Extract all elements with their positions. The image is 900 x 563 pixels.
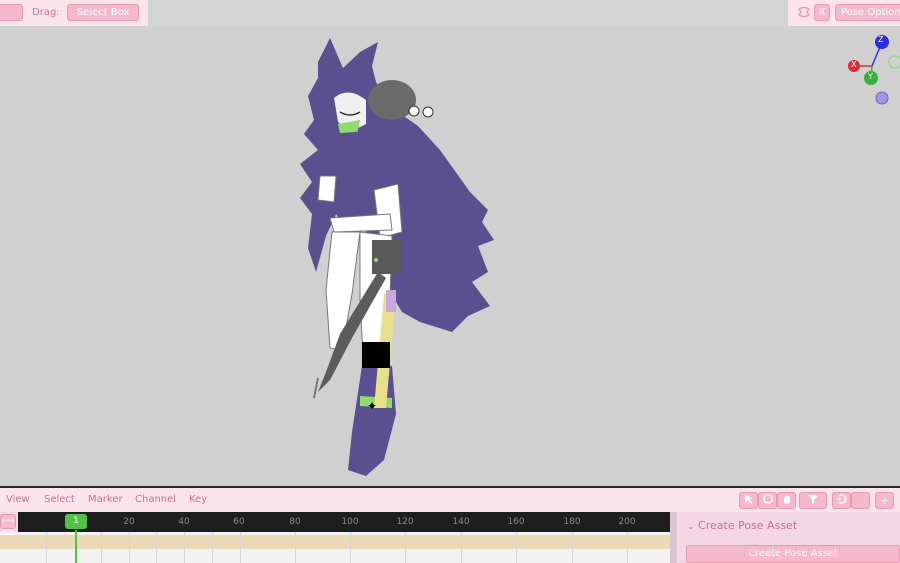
3d-viewport[interactable]: ✦ Z X Y bbox=[0, 26, 900, 487]
filter-button[interactable] bbox=[799, 492, 827, 509]
grid-line bbox=[516, 532, 517, 563]
tick-80: 80 bbox=[289, 517, 301, 527]
editor-type-button[interactable] bbox=[0, 4, 23, 21]
bone-icon[interactable] bbox=[796, 4, 812, 20]
drag-label: Drag: bbox=[32, 7, 60, 18]
chevron-down-icon: ⌄ bbox=[687, 522, 695, 532]
menu-channel[interactable]: Channel bbox=[135, 494, 176, 505]
tick-120: 120 bbox=[396, 517, 414, 527]
snap-icon bbox=[836, 494, 846, 504]
grid-line bbox=[295, 532, 296, 563]
plus-icon: + bbox=[879, 494, 890, 507]
panel-header[interactable]: ⌄ Create Pose Asset bbox=[687, 519, 797, 532]
pose-options-button[interactable]: Pose Options bbox=[835, 4, 900, 21]
gizmo-z-label: Z bbox=[878, 35, 884, 44]
tick-160: 160 bbox=[507, 517, 525, 527]
panel-title: Create Pose Asset bbox=[698, 519, 798, 532]
select-tool-button[interactable] bbox=[739, 492, 758, 509]
show-hidden-button[interactable] bbox=[777, 492, 796, 509]
timeline-header: View Select Marker Channel Key + bbox=[0, 488, 900, 512]
grid-line bbox=[572, 532, 573, 563]
close-button[interactable]: X bbox=[814, 4, 830, 21]
animation-editor: Drag: Select Box X Pose Options ✦ Z X Y … bbox=[0, 0, 900, 563]
viewport-header: Drag: Select Box X Pose Options bbox=[0, 0, 900, 26]
gizmo-y-label: Y bbox=[868, 72, 873, 81]
menu-key[interactable]: Key bbox=[189, 494, 207, 505]
ghost-icon bbox=[783, 495, 790, 504]
header-right-group: X Pose Options bbox=[788, 0, 900, 26]
grid-line bbox=[184, 532, 185, 563]
svg-text:✦: ✦ bbox=[367, 399, 377, 413]
menu-marker[interactable]: Marker bbox=[88, 494, 123, 505]
expand-channels-button[interactable]: ⟷ bbox=[0, 514, 16, 529]
tick-40: 40 bbox=[178, 517, 190, 527]
tick-20: 20 bbox=[123, 517, 135, 527]
only-selected-button[interactable] bbox=[758, 492, 777, 509]
dope-sheet[interactable]: ⟷ 20 40 60 80 100 120 140 160 180 200 1 bbox=[0, 512, 677, 563]
circle-icon bbox=[762, 494, 773, 504]
character-model[interactable]: ✦ bbox=[0, 26, 900, 487]
tick-60: 60 bbox=[233, 517, 245, 527]
snap-button[interactable] bbox=[832, 492, 851, 509]
grid-line bbox=[350, 532, 351, 563]
tick-180: 180 bbox=[563, 517, 581, 527]
header-left-group: Drag: Select Box bbox=[0, 0, 148, 26]
scrollbar[interactable] bbox=[670, 512, 677, 563]
grid-line bbox=[240, 532, 241, 563]
grid-line bbox=[627, 532, 628, 563]
arrows-horizontal-icon: ⟷ bbox=[1, 516, 15, 526]
filter-icon bbox=[808, 495, 818, 504]
grid-line bbox=[129, 532, 130, 563]
menu-view[interactable]: View bbox=[6, 494, 30, 505]
tick-140: 140 bbox=[452, 517, 470, 527]
cursor-icon bbox=[744, 494, 753, 504]
tick-200: 200 bbox=[618, 517, 636, 527]
current-frame-indicator[interactable]: 1 bbox=[65, 514, 87, 529]
grid-line bbox=[46, 532, 47, 563]
snap-mode-button[interactable] bbox=[851, 492, 870, 509]
menu-select[interactable]: Select bbox=[44, 494, 75, 505]
drag-mode-dropdown[interactable]: Select Box bbox=[67, 4, 139, 21]
playhead[interactable] bbox=[75, 530, 77, 563]
grid-line bbox=[212, 532, 213, 563]
grid-line bbox=[156, 532, 157, 563]
navigation-gizmo[interactable]: Z X Y bbox=[838, 26, 900, 116]
frame-ruler[interactable]: 20 40 60 80 100 120 140 160 180 200 1 bbox=[18, 512, 670, 532]
gizmo-x-label: X bbox=[851, 60, 857, 69]
grid-line bbox=[101, 532, 102, 563]
create-pose-asset-button[interactable]: Create Pose Asset bbox=[686, 545, 900, 563]
tick-100: 100 bbox=[341, 517, 359, 527]
add-button[interactable]: + bbox=[875, 492, 894, 509]
grid-line bbox=[405, 532, 406, 563]
grid-line bbox=[461, 532, 462, 563]
